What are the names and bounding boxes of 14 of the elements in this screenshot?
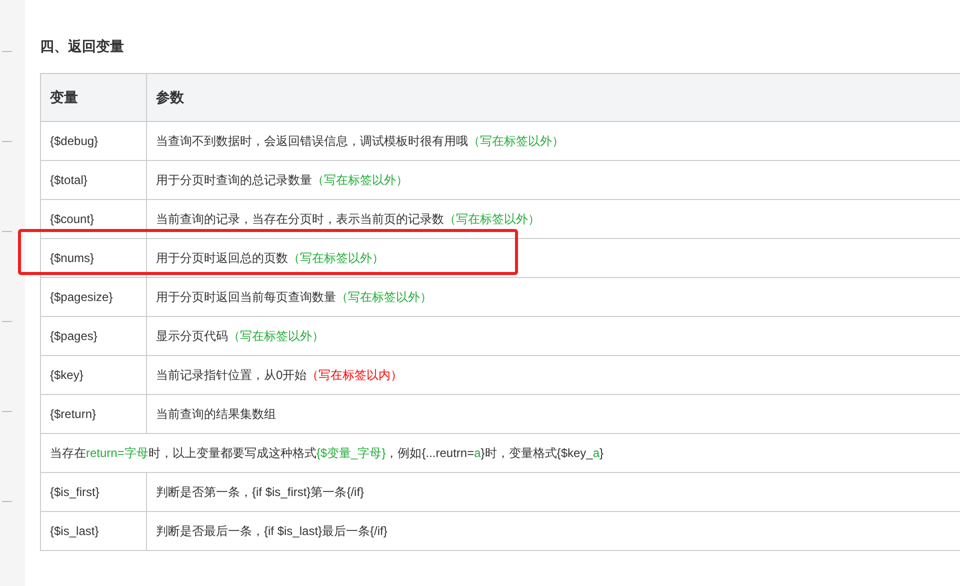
column-header: 参数	[146, 74, 960, 122]
section-heading: 四、返回变量	[40, 37, 125, 55]
variable-cell: {$pages}	[40, 316, 146, 356]
note-cell: 当存在return=字母时，以上变量都要写成这种格式{$变量_字母}，例如{...reutrn=a}时，变量格式{$key_a}	[40, 434, 960, 472]
variable-cell: {$is_first}	[40, 472, 146, 512]
variable-cell: {$nums}	[40, 238, 146, 278]
variable-cell: {$count}	[40, 200, 146, 238]
variable-cell: {$pagesize}	[40, 278, 146, 316]
variable-cell: {$key}	[40, 356, 146, 394]
variable-cell: {$is_last}	[40, 512, 146, 550]
variable-cell: {$total}	[40, 160, 146, 200]
column-header: 变量	[40, 74, 146, 122]
variable-cell: {$return}	[40, 394, 146, 434]
variable-cell: {$debug}	[40, 122, 146, 160]
